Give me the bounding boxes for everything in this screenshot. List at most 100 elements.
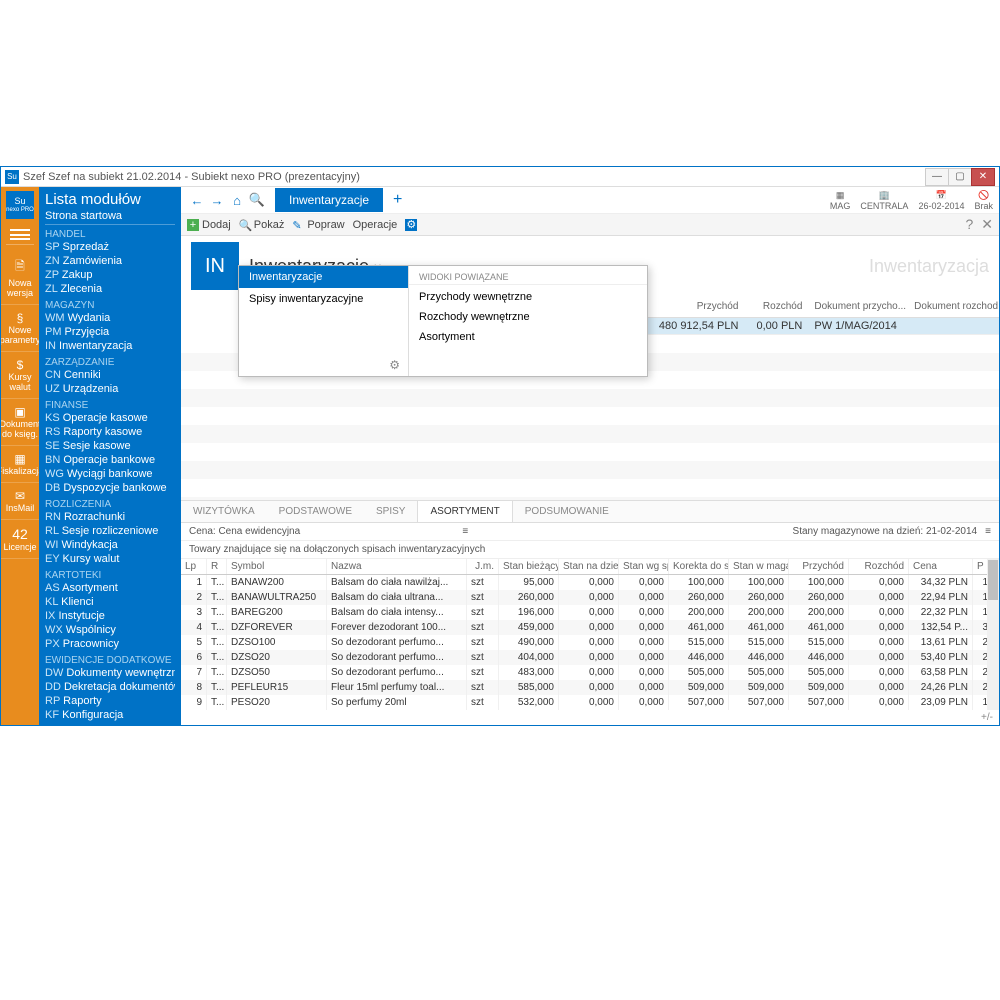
sidebar-item[interactable]: DB Dyspozycje bankowe — [45, 481, 175, 495]
sidebar-item[interactable]: RP Raporty — [45, 694, 175, 708]
column-header[interactable]: Stan na dzień — [559, 559, 619, 574]
table-row[interactable]: 6T...DZSO20So dezodorant perfumo...szt40… — [181, 650, 999, 665]
sidebar-item[interactable]: ZP Zakup — [45, 268, 175, 282]
sidebar-item[interactable]: PX Pracownicy — [45, 637, 175, 651]
minimize-button[interactable]: — — [925, 168, 949, 186]
table-row[interactable]: 5T...DZSO100So dezodorant perfumo...szt4… — [181, 635, 999, 650]
sidebar-item[interactable]: KF Konfiguracja — [45, 708, 175, 722]
back-button[interactable]: ← — [187, 190, 207, 210]
home-button[interactable]: ⌂ — [227, 190, 247, 210]
hamburger-icon[interactable] — [6, 225, 34, 245]
sidebar-item[interactable]: KS Operacje kasowe — [45, 411, 175, 425]
sidebar-item[interactable]: IX Instytucje — [45, 609, 175, 623]
sidebar-item[interactable]: WG Wyciągi bankowe — [45, 467, 175, 481]
table-row[interactable]: 2T...BANAWULTRA250Balsam do ciała ultran… — [181, 590, 999, 605]
detail-tab[interactable]: PODSUMOWANIE — [513, 501, 621, 522]
gear-icon[interactable]: ⚙ — [239, 354, 408, 376]
detail-tab[interactable]: ASORTYMENT — [417, 501, 512, 522]
toolbar: +Dodaj 🔍Pokaż ✎Popraw Operacje ⚙ ? ✕ — [181, 214, 999, 236]
sidebar-home[interactable]: Strona startowa — [45, 210, 175, 225]
rail-item[interactable]: ✉InsMail — [1, 483, 39, 520]
sidebar-item[interactable]: SP Sprzedaż — [45, 240, 175, 254]
column-header[interactable]: Korekta do spisów — [669, 559, 729, 574]
table-row[interactable]: 1T...BANAW200Balsam do ciała nawilżaj...… — [181, 575, 999, 590]
sidebar-item[interactable]: BN Operacje bankowe — [45, 453, 175, 467]
sidebar-item[interactable]: KL Klienci — [45, 595, 175, 609]
table-row[interactable]: 4T...DZFOREVERForever dezodorant 100...s… — [181, 620, 999, 635]
sidebar-item[interactable]: WM Wydania — [45, 311, 175, 325]
dropdown-related[interactable]: Rozchody wewnętrzne — [409, 307, 647, 327]
column-header[interactable]: Stan w magazynie — [729, 559, 789, 574]
column-header[interactable]: J.m. — [467, 559, 499, 574]
close-icon[interactable]: ✕ — [981, 216, 993, 233]
sidebar-item[interactable]: WX Wspólnicy — [45, 623, 175, 637]
sidebar-item[interactable]: IN Inwentaryzacja — [45, 339, 175, 353]
main-tab[interactable]: Inwentaryzacje — [275, 188, 383, 212]
forward-button[interactable]: → — [207, 190, 227, 210]
sidebar-item[interactable]: CN Cenniki — [45, 368, 175, 382]
edit-button[interactable]: ✎Popraw — [292, 219, 344, 231]
sidebar-item[interactable]: DD Dekretacja dokumentów — [45, 680, 175, 694]
close-button[interactable]: ✕ — [971, 168, 995, 186]
detail-tab[interactable]: PODSTAWOWE — [267, 501, 364, 522]
rail-item[interactable]: ▣Dokument do księg. — [1, 399, 39, 446]
ops-button[interactable]: Operacje — [353, 219, 398, 231]
sidebar-item[interactable]: EY Kursy walut — [45, 552, 175, 566]
new-tab-button[interactable]: + — [393, 191, 402, 209]
table-row[interactable]: 8T...PEFLEUR15Fleur 15ml perfumy toal...… — [181, 680, 999, 695]
dropdown-opt[interactable]: Inwentaryzacje — [239, 266, 408, 288]
table-row[interactable]: 7T...DZSO50So dezodorant perfumo...szt48… — [181, 665, 999, 680]
detail-tab[interactable]: SPISY — [364, 501, 417, 522]
app-window: Su Szef Szef na subiekt 21.02.2014 - Sub… — [0, 166, 1000, 726]
table-row[interactable]: 9T...PESO20So perfumy 20mlszt532,0000,00… — [181, 695, 999, 710]
sidebar-item[interactable]: WI Windykacja — [45, 538, 175, 552]
left-rail: Su nexo PRO 🗎Nowa wersja §Nowe parametry… — [1, 187, 39, 725]
column-header[interactable]: Nazwa — [327, 559, 467, 574]
table-row[interactable]: 3T...BAREG200Balsam do ciała intensy...s… — [181, 605, 999, 620]
sidebar-item[interactable]: UZ Urządzenia — [45, 382, 175, 396]
column-header[interactable]: Przychód — [789, 559, 849, 574]
sidebar-item[interactable]: RL Sesje rozliczeniowe — [45, 524, 175, 538]
show-button[interactable]: 🔍Pokaż — [239, 219, 285, 231]
column-header[interactable]: Stan bieżący — [499, 559, 559, 574]
sidebar-item[interactable]: SE Sesje kasowe — [45, 439, 175, 453]
sidebar-item[interactable]: ZN Zamówienia — [45, 254, 175, 268]
help-icon[interactable]: ? — [965, 216, 973, 233]
gear-button[interactable]: ⚙ — [405, 219, 417, 231]
sidebar-item[interactable]: DW Dokumenty wewnętrzne — [45, 666, 175, 680]
sidebar-item[interactable]: RS Raporty kasowe — [45, 425, 175, 439]
context-date[interactable]: 📅26-02-2014 — [918, 190, 964, 211]
column-header[interactable]: R — [207, 559, 227, 574]
sidebar-item[interactable]: ZL Zlecenia — [45, 282, 175, 296]
detail-tabs: WIZYTÓWKAPODSTAWOWESPISYASORTYMENTPODSUM… — [181, 500, 999, 523]
dropdown-opt[interactable]: Spisy inwentaryzacyjne — [239, 288, 408, 310]
column-header[interactable]: Cena — [909, 559, 973, 574]
dropdown-related[interactable]: Asortyment — [409, 327, 647, 347]
column-header[interactable]: Stan wg spisów — [619, 559, 669, 574]
sidebar-item[interactable]: PM Przyjęcia — [45, 325, 175, 339]
sidebar-item[interactable]: RN Rozrachunki — [45, 510, 175, 524]
sidebar: Lista modułów Strona startowa HANDELSP S… — [39, 187, 181, 725]
add-button[interactable]: +Dodaj — [187, 219, 231, 231]
rail-item[interactable]: §Nowe parametry — [1, 305, 39, 352]
scrollbar[interactable] — [987, 559, 999, 710]
rail-item[interactable]: $Kursy walut — [1, 352, 39, 399]
detail-grid: LpRSymbolNazwaJ.m.Stan bieżącyStan na dz… — [181, 559, 999, 710]
context-brak[interactable]: 🚫Brak — [974, 190, 993, 211]
column-header[interactable]: Lp — [181, 559, 207, 574]
column-header[interactable]: Symbol — [227, 559, 327, 574]
sidebar-item[interactable]: AS Asortyment — [45, 581, 175, 595]
topbar: ← → ⌂ 🔍 Inwentaryzacje + ▦MAG 🏢CENTRALA … — [181, 187, 999, 214]
search-button[interactable]: 🔍 — [247, 190, 267, 210]
footer-indicator: +/- — [181, 710, 999, 725]
detail-tab[interactable]: WIZYTÓWKA — [181, 501, 267, 522]
rail-item[interactable]: 🗎Nowa wersja — [1, 251, 39, 305]
main-content: ← → ⌂ 🔍 Inwentaryzacje + ▦MAG 🏢CENTRALA … — [181, 187, 999, 725]
context-mag[interactable]: ▦MAG — [830, 190, 851, 211]
rail-badge[interactable]: 42Licencje — [1, 520, 39, 559]
column-header[interactable]: Rozchód — [849, 559, 909, 574]
dropdown-related[interactable]: Przychody wewnętrzne — [409, 287, 647, 307]
rail-item[interactable]: ▦Fiskalizacja — [1, 446, 39, 483]
maximize-button[interactable]: ▢ — [948, 168, 972, 186]
context-centrala[interactable]: 🏢CENTRALA — [860, 190, 908, 211]
